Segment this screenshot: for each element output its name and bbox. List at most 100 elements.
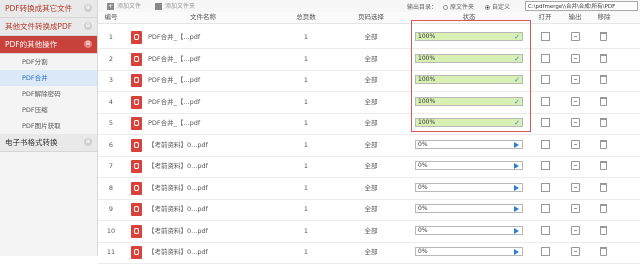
sidebar-item-pdf-image-extract[interactable]: PDF图片获取 [0, 118, 97, 134]
sidebar-item-pdf-split[interactable]: PDF分割 [0, 54, 97, 70]
expand-icon[interactable]: ⊕ [84, 22, 92, 30]
table-row[interactable]: 6 【考前资料】0...pdf 1 全部 0% [98, 134, 640, 157]
trash-icon[interactable] [600, 75, 607, 84]
progress-text: 0% [418, 248, 428, 255]
open-file-icon[interactable] [541, 204, 550, 213]
sidebar-section-pdf-other-ops[interactable]: PDF的其他操作 ⊖ [0, 36, 97, 54]
trash-icon[interactable] [600, 204, 607, 213]
page-count: 1 [303, 183, 309, 192]
output-file-icon[interactable] [571, 96, 580, 106]
page-range-select[interactable]: 全部 [352, 69, 390, 91]
progress-bar: 100% ✓ [415, 118, 523, 127]
page-range-select[interactable]: 全部 [352, 177, 390, 199]
open-file-icon[interactable] [541, 53, 550, 63]
trash-icon[interactable] [600, 225, 607, 235]
page-range-select[interactable]: 全部 [352, 134, 390, 156]
table-row[interactable]: 3 PDF合并_【...pdf 1 全部 100% ✓ [98, 69, 640, 92]
page-count: 1 [303, 76, 309, 84]
play-icon[interactable] [514, 184, 519, 191]
play-icon[interactable] [514, 141, 519, 148]
page-range-select[interactable]: 全部 [352, 220, 390, 242]
page-range-select[interactable]: 全部 [352, 48, 390, 70]
output-file-icon[interactable] [571, 32, 580, 41]
trash-icon[interactable] [600, 96, 607, 106]
page-range-select[interactable]: 全部 [352, 26, 390, 48]
sidebar-section-other-to-pdf[interactable]: 其他文件转换成PDF ⊕ [0, 18, 97, 36]
pdf-file-icon [131, 181, 142, 195]
play-icon[interactable] [514, 206, 519, 212]
col-total-pages: 总页数 [296, 13, 316, 21]
page-count: 1 [303, 119, 309, 127]
sidebar-item-pdf-compress[interactable]: PDF压缩 [0, 102, 97, 118]
trash-icon[interactable] [600, 53, 607, 63]
sidebar-item-pdf-unlock[interactable]: PDF解除密码 [0, 86, 97, 102]
file-name: 【考前资料】0...pdf [148, 248, 208, 256]
output-file-icon[interactable] [571, 75, 580, 84]
col-status: 状态 [462, 13, 476, 21]
trash-icon[interactable] [600, 247, 607, 256]
page-range-select[interactable]: 全部 [352, 198, 390, 220]
open-file-icon[interactable] [541, 75, 550, 84]
table-row[interactable]: 10 【考前资料】0...pdf 1 全部 0% [98, 220, 640, 243]
page-count: 1 [303, 140, 309, 149]
open-file-icon[interactable] [541, 96, 550, 106]
play-icon[interactable] [514, 163, 519, 169]
table-row[interactable]: 8 【考前资料】0...pdf 1 全部 0% [98, 177, 640, 200]
output-path-input[interactable]: C:\pdfmerge\\合并\合成\所有\PDF [525, 1, 638, 11]
output-file-icon[interactable] [571, 182, 580, 192]
table-row[interactable]: 7 【考前资料】0...pdf 1 全部 0% [98, 155, 640, 178]
add-folder-button[interactable]: 添加文件夹 [155, 2, 195, 11]
file-name: PDF合并_【...pdf [148, 119, 201, 127]
table-row[interactable]: 5 PDF合并_【...pdf 1 全部 100% ✓ [98, 112, 640, 135]
output-file-icon[interactable] [571, 225, 580, 235]
sidebar-item-pdf-merge[interactable]: PDF合并 [0, 70, 97, 86]
radio-original-folder[interactable]: 原文件夹 [443, 2, 474, 11]
sidebar-section-pdf-to-other[interactable]: PDF转换成其它文件 ⊕ [0, 0, 97, 18]
trash-icon[interactable] [600, 118, 607, 127]
open-file-icon[interactable] [541, 225, 550, 235]
trash-icon[interactable] [600, 182, 607, 192]
open-file-icon[interactable] [541, 118, 550, 127]
open-file-icon[interactable] [541, 32, 550, 41]
output-file-icon[interactable] [571, 53, 580, 63]
sidebar-section-ebook-convert[interactable]: 电子书格式转换 ⊕ [0, 134, 97, 152]
progress-text: 0% [418, 140, 428, 148]
output-file-icon[interactable] [571, 204, 580, 213]
file-name: 【考前资料】0...pdf [148, 140, 208, 149]
open-file-icon[interactable] [541, 161, 550, 170]
expand-icon[interactable]: ⊕ [84, 4, 92, 12]
collapse-icon[interactable]: ⊖ [84, 40, 92, 48]
check-icon: ✓ [514, 54, 520, 63]
output-file-icon[interactable] [571, 139, 580, 149]
radio-custom-folder[interactable]: 自定义 [485, 2, 510, 11]
trash-icon[interactable] [600, 32, 607, 41]
progress-bar: 100% ✓ [415, 53, 523, 63]
progress-text: 100% [418, 76, 436, 83]
table-row[interactable]: 9 【考前资料】0...pdf 1 全部 0% [98, 198, 640, 221]
page-range-select[interactable]: 全部 [352, 241, 390, 263]
progress-bar: 100% ✓ [415, 96, 523, 106]
page-count: 1 [303, 162, 309, 170]
play-icon[interactable] [514, 249, 519, 255]
table-row[interactable]: 2 PDF合并_【...pdf 1 全部 100% ✓ [98, 48, 640, 71]
table-row[interactable]: 11 【考前资料】0...pdf 1 全部 0% [98, 241, 640, 264]
output-file-icon[interactable] [571, 118, 580, 127]
output-file-icon[interactable] [571, 247, 580, 256]
page-count: 1 [303, 248, 309, 256]
table-row[interactable]: 4 PDF合并_【...pdf 1 全部 100% ✓ [98, 91, 640, 114]
section-label: PDF转换成其它文件 [5, 4, 73, 13]
open-file-icon[interactable] [541, 182, 550, 192]
add-file-button[interactable]: + 添加文件 [107, 2, 141, 11]
page-range-select[interactable]: 全部 [352, 155, 390, 177]
expand-icon[interactable]: ⊕ [84, 138, 92, 146]
page-range-select[interactable]: 全部 [352, 91, 390, 113]
trash-icon[interactable] [600, 161, 607, 170]
play-icon[interactable] [514, 227, 519, 234]
trash-icon[interactable] [600, 139, 607, 149]
output-file-icon[interactable] [571, 161, 580, 170]
open-file-icon[interactable] [541, 139, 550, 149]
open-file-icon[interactable] [541, 247, 550, 256]
section-label: PDF的其他操作 [5, 40, 58, 49]
table-row[interactable]: 1 PDF合并_【...pdf 1 全部 100% ✓ [98, 26, 640, 49]
page-range-select[interactable]: 全部 [352, 112, 390, 134]
